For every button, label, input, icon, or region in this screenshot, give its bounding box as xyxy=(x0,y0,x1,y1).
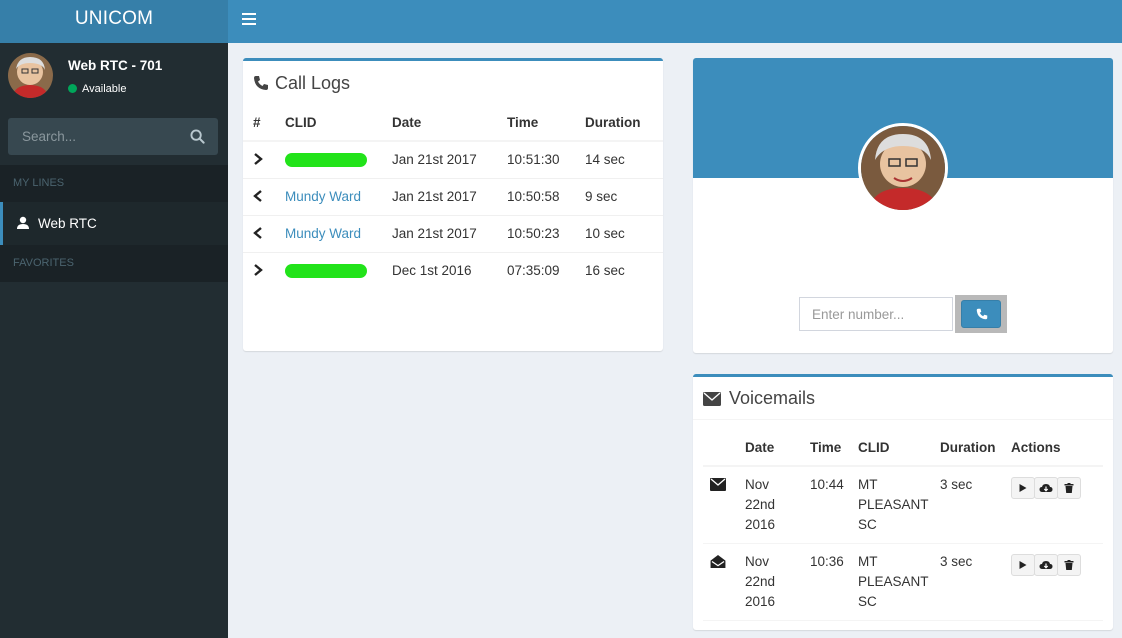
delete-button[interactable] xyxy=(1057,477,1081,499)
table-header-row: Date Time CLID Duration Actions xyxy=(703,433,1103,467)
sidebar-item-label: Web RTC xyxy=(38,216,97,231)
download-button[interactable] xyxy=(1034,477,1058,499)
user-icon xyxy=(17,216,29,229)
col-header-date: Date xyxy=(392,103,507,142)
call-time: 10:50:23 xyxy=(507,214,585,252)
redacted-clid xyxy=(285,264,367,279)
voicemails-table: Date Time CLID Duration Actions Nov 22nd 2… xyxy=(703,433,1103,621)
cloud-download-icon xyxy=(1039,560,1053,569)
section-header-favorites: FAVORITES xyxy=(0,245,228,282)
col-header-time: Time xyxy=(507,103,585,142)
table-row: Jan 21st 2017 10:51:30 14 sec xyxy=(243,140,663,178)
envelope-closed-icon xyxy=(710,478,726,491)
clid-link[interactable]: Mundy Ward xyxy=(285,226,361,241)
vm-time: 10:36 xyxy=(810,543,858,621)
voicemails-box: Voicemails Date Time CLID Duration Actio… xyxy=(693,374,1113,630)
col-header-duration: Duration xyxy=(585,103,663,142)
vm-clid: MT PLEASANT SC xyxy=(858,466,940,544)
call-duration: 9 sec xyxy=(585,177,663,215)
play-icon xyxy=(1019,484,1027,492)
sidebar-search xyxy=(8,118,218,155)
call-time: 10:51:30 xyxy=(507,140,585,178)
user-avatar xyxy=(8,53,53,98)
section-header-my-lines: MY LINES xyxy=(0,165,228,202)
call-duration: 16 sec xyxy=(585,251,663,289)
table-row: Mundy Ward Jan 21st 2017 10:50:58 9 sec xyxy=(243,177,663,215)
vm-time: 10:44 xyxy=(810,466,858,544)
profile-dialer-box xyxy=(693,58,1113,353)
col-header-duration: Duration xyxy=(940,433,1011,467)
table-row: Nov 22nd 2016 10:44 MT PLEASANT SC 3 sec xyxy=(703,466,1103,544)
vm-actions xyxy=(1011,466,1103,544)
vm-clid: MT PLEASANT SC xyxy=(858,543,940,621)
vm-date: Nov 22nd 2016 xyxy=(745,466,810,544)
user-status: Available xyxy=(68,83,126,95)
chevron-left-icon[interactable] xyxy=(253,190,263,202)
hamburger-menu-icon[interactable] xyxy=(242,13,256,25)
call-date: Dec 1st 2016 xyxy=(392,251,507,289)
call-date: Jan 21st 2017 xyxy=(392,177,507,215)
redacted-clid xyxy=(285,153,367,168)
trash-icon xyxy=(1064,559,1074,570)
search-input[interactable] xyxy=(8,118,178,155)
sidebar: Web RTC - 701 Available MY LINES Web RTC… xyxy=(0,43,228,638)
app-logo[interactable]: UNICOM xyxy=(0,0,228,43)
profile-avatar xyxy=(858,123,948,213)
chevron-right-icon[interactable] xyxy=(253,264,263,277)
dial-button-wrapper xyxy=(955,295,1007,333)
col-header-index: # xyxy=(243,103,285,142)
user-name: Web RTC - 701 xyxy=(68,58,163,73)
call-logs-box: Call Logs # CLID Date Time Duration Jan … xyxy=(243,58,663,351)
cloud-download-icon xyxy=(1039,484,1053,492)
download-button[interactable] xyxy=(1034,553,1058,576)
delete-button[interactable] xyxy=(1057,553,1081,576)
status-dot-icon xyxy=(68,84,77,93)
call-duration: 14 sec xyxy=(585,140,663,178)
play-button[interactable] xyxy=(1011,477,1035,499)
chevron-right-icon[interactable] xyxy=(253,153,263,166)
dial-button[interactable] xyxy=(961,300,1001,328)
trash-icon xyxy=(1064,483,1074,493)
table-row: Dec 1st 2016 07:35:09 16 sec xyxy=(243,251,663,289)
phone-icon xyxy=(254,76,268,90)
call-duration: 10 sec xyxy=(585,214,663,252)
table-row: Nov 22nd 2016 10:36 MT PLEASANT SC 3 sec xyxy=(703,543,1103,621)
col-header-actions: Actions xyxy=(1011,433,1103,467)
vm-date: Nov 22nd 2016 xyxy=(745,543,810,621)
sidebar-item-web-rtc[interactable]: Web RTC xyxy=(0,202,228,245)
user-panel: Web RTC - 701 Available xyxy=(0,43,228,118)
phone-number-input[interactable] xyxy=(799,297,953,331)
call-logs-table: # CLID Date Time Duration Jan 21st 2017 … xyxy=(243,103,663,289)
status-text: Available xyxy=(82,83,127,95)
col-header-date: Date xyxy=(745,433,810,467)
call-time: 07:35:09 xyxy=(507,251,585,289)
vm-actions xyxy=(1011,543,1103,621)
envelope-open-icon xyxy=(710,554,726,568)
table-header-row: # CLID Date Time Duration xyxy=(243,103,663,142)
vm-duration: 3 sec xyxy=(940,466,1011,544)
play-icon xyxy=(1019,560,1027,569)
col-header-time: Time xyxy=(810,433,858,467)
call-time: 10:50:58 xyxy=(507,177,585,215)
vm-duration: 3 sec xyxy=(940,543,1011,621)
col-header-clid: CLID xyxy=(285,103,392,142)
col-header-clid: CLID xyxy=(858,433,940,467)
search-icon[interactable] xyxy=(190,129,205,144)
play-button[interactable] xyxy=(1011,553,1035,576)
envelope-icon xyxy=(703,392,721,406)
clid-link[interactable]: Mundy Ward xyxy=(285,189,361,204)
call-date: Jan 21st 2017 xyxy=(392,140,507,178)
col-header-status xyxy=(703,433,745,467)
voicemails-title: Voicemails xyxy=(729,388,816,408)
chevron-left-icon[interactable] xyxy=(253,227,263,239)
divider xyxy=(693,419,1113,420)
top-navbar xyxy=(228,0,1122,43)
call-date: Jan 21st 2017 xyxy=(392,214,507,252)
table-row: Mundy Ward Jan 21st 2017 10:50:23 10 sec xyxy=(243,214,663,252)
phone-icon xyxy=(976,308,988,320)
call-logs-title: Call Logs xyxy=(275,73,351,93)
